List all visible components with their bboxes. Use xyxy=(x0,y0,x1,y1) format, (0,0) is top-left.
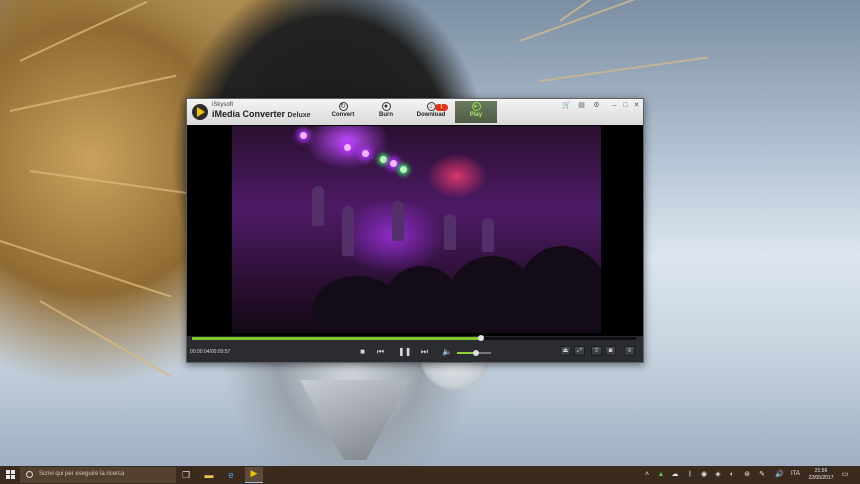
player-controls: 00:00:04/00:00:57 ■ ⏮ ❚❚ ⏭ 🔈 ⏏ ⤢ ⇪ ◙ ≡ xyxy=(187,341,643,362)
timecode: 00:00:04/00:00:57 xyxy=(190,349,231,355)
musician xyxy=(392,201,404,241)
close-icon[interactable]: ✕ xyxy=(632,102,641,110)
seek-bar-fill xyxy=(192,337,481,340)
windows-start-icon[interactable] xyxy=(6,470,16,480)
wallpaper-feather xyxy=(539,56,709,82)
update-icon[interactable]: ⊛ xyxy=(743,471,751,479)
stage-light xyxy=(400,166,407,173)
musician xyxy=(444,214,456,250)
input-language[interactable]: ITA xyxy=(791,471,800,477)
convert-icon: ↻ xyxy=(338,102,348,111)
tab-convert[interactable]: ↻ Convert xyxy=(322,101,364,123)
minimize-icon[interactable]: – xyxy=(610,102,619,110)
app-window: iSkysoft iMedia Converter Deluxe ↻ Conve… xyxy=(186,98,644,363)
crowd xyxy=(517,246,601,333)
wallpaper-feather xyxy=(29,170,189,195)
search-placeholder: Scrivi qui per eseguire la ricerca xyxy=(39,471,125,477)
cortana-icon xyxy=(26,471,33,478)
stage-light xyxy=(390,160,397,167)
brand-name-text: iMedia Converter xyxy=(212,109,286,119)
volume-slider[interactable] xyxy=(457,350,491,356)
wallpaper-feather xyxy=(9,74,177,112)
title-bar: iSkysoft iMedia Converter Deluxe ↻ Conve… xyxy=(187,99,643,126)
volume-tray-icon[interactable]: 🔊 xyxy=(775,471,784,479)
cart-icon[interactable]: 🛒 xyxy=(562,102,571,110)
clock-time: 21:56 xyxy=(814,468,828,474)
brand-edition: Deluxe xyxy=(287,112,311,119)
playlist-icon[interactable]: ≡ xyxy=(624,346,635,356)
wallpaper-beak xyxy=(300,380,410,460)
stage-light xyxy=(344,144,351,151)
clock-date: 22/05/2017 xyxy=(808,475,834,481)
shield-icon[interactable]: ◈ xyxy=(714,471,722,479)
edge-browser-icon[interactable]: e xyxy=(225,469,237,481)
tab-play-label: Play xyxy=(469,112,483,118)
volume-slider-handle[interactable] xyxy=(472,350,479,356)
stage-light xyxy=(362,150,369,157)
video-area[interactable] xyxy=(187,125,643,336)
musician xyxy=(342,206,354,256)
tab-burn[interactable]: ● Burn xyxy=(365,101,407,123)
wallpaper-feather xyxy=(0,240,172,298)
app-logo-icon xyxy=(192,104,208,120)
taskbar-search-box[interactable]: Scrivi qui per eseguire la ricerca xyxy=(20,467,176,483)
tab-convert-label: Convert xyxy=(331,112,355,118)
stage-light xyxy=(380,156,387,163)
stop-icon[interactable]: ■ xyxy=(358,347,367,356)
seek-bar[interactable] xyxy=(192,335,636,341)
next-icon[interactable]: ⏭ xyxy=(420,347,429,356)
play-icon: ▸ xyxy=(471,102,481,111)
volume-icon[interactable]: 🔈 xyxy=(442,347,452,356)
video-frame[interactable] xyxy=(232,126,601,333)
google-drive-icon[interactable]: ▲ xyxy=(657,471,665,479)
burn-icon: ● xyxy=(381,102,391,111)
export-icon[interactable]: ⇪ xyxy=(591,346,602,356)
tools-icon[interactable]: ✎ xyxy=(758,471,766,479)
task-view-icon[interactable]: ❐ xyxy=(180,469,192,481)
download-count-badge: 1 xyxy=(435,104,448,111)
show-hidden-icons-icon[interactable]: ˄ xyxy=(643,471,651,479)
clock[interactable]: 21:56 22/05/2017 xyxy=(806,468,836,482)
brand-name: iMedia Converter Deluxe xyxy=(212,109,311,119)
snapshot-icon[interactable]: ◙ xyxy=(605,346,616,356)
file-explorer-icon[interactable]: ▬ xyxy=(203,469,215,481)
audio-app-icon[interactable]: ◐ xyxy=(728,471,736,479)
imedia-converter-taskbar-icon[interactable]: ▶ xyxy=(245,467,263,483)
wallpaper-feather xyxy=(19,0,148,62)
fullscreen-icon[interactable]: ⤢ xyxy=(574,346,585,356)
eject-icon[interactable]: ⏏ xyxy=(560,346,571,356)
musician xyxy=(312,186,324,226)
musician xyxy=(482,218,494,252)
wallpaper-feather xyxy=(39,300,171,377)
tab-play[interactable]: ▸ Play xyxy=(455,101,497,123)
tab-download-label: Download xyxy=(416,112,446,118)
settings-icon[interactable]: ⚙ xyxy=(592,102,601,110)
chat-icon[interactable]: ▤ xyxy=(577,102,586,110)
notifications-icon[interactable]: ▭ xyxy=(841,471,849,479)
sync-icon[interactable]: ◉ xyxy=(700,471,708,479)
previous-icon[interactable]: ⏮ xyxy=(376,347,385,356)
brand-prefix: iSkysoft xyxy=(212,102,234,108)
stage-light xyxy=(300,132,307,139)
wallpaper-feather xyxy=(519,0,662,42)
taskbar: Scrivi qui per eseguire la ricerca ❐ ▬ e… xyxy=(0,466,860,484)
tab-burn-label: Burn xyxy=(379,112,393,118)
pause-icon[interactable]: ❚❚ xyxy=(398,347,411,356)
maximize-icon[interactable]: □ xyxy=(621,102,630,110)
onedrive-icon[interactable]: ☁ xyxy=(671,471,679,479)
bluetooth-icon[interactable]: ᛒ xyxy=(686,471,694,479)
